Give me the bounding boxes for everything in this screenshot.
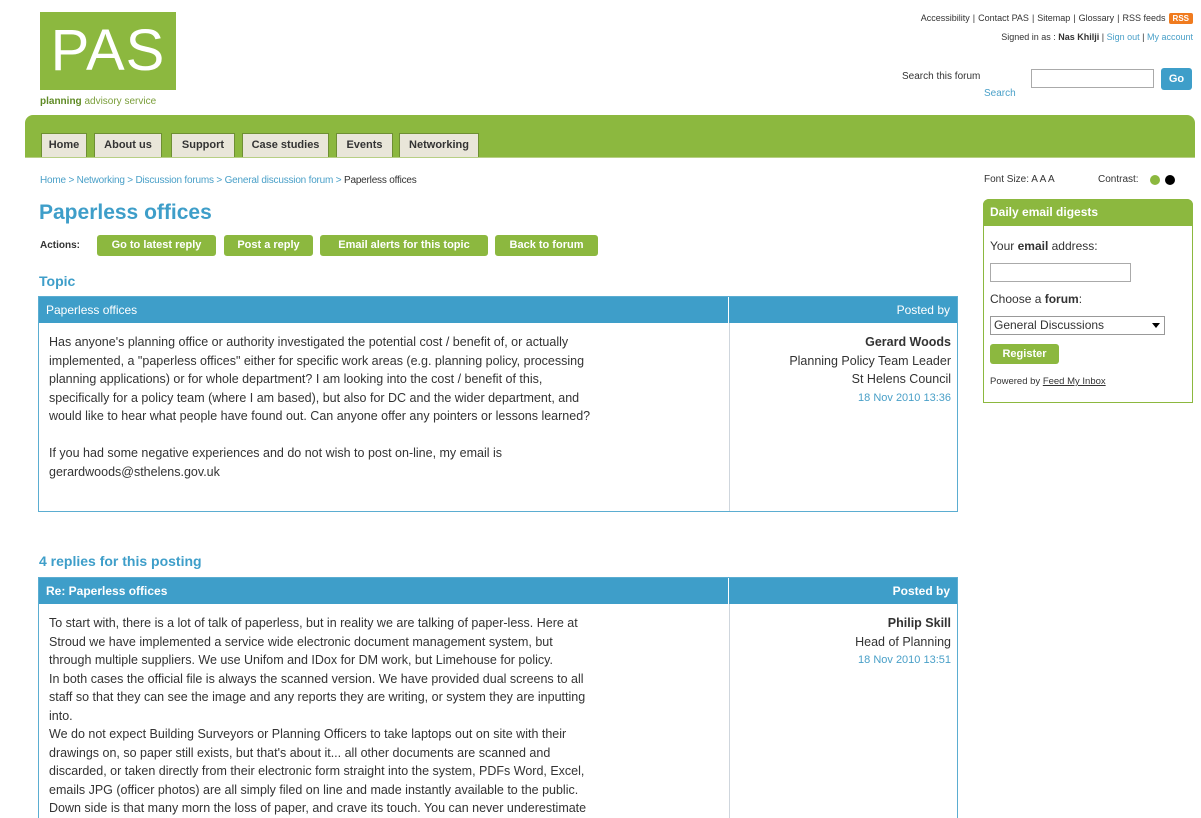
nav-divider — [25, 157, 1195, 158]
search-input[interactable] — [1031, 69, 1154, 88]
actions-label: Actions: — [40, 240, 80, 251]
logo-text: PAS — [50, 18, 166, 83]
email-alerts-button[interactable]: Email alerts for this topic — [320, 235, 488, 256]
signed-in-status: Signed in as : Nas Khilji | Sign out | M… — [1001, 32, 1193, 42]
column-divider — [729, 323, 730, 511]
link-rss-feeds[interactable]: RSS feeds — [1123, 13, 1166, 23]
topic-body: Has anyone's planning office or authorit… — [49, 335, 591, 479]
author-org: St Helens Council — [851, 372, 951, 386]
link-glossary[interactable]: Glossary — [1079, 13, 1115, 23]
nav-tab-case-studies[interactable]: Case studies — [242, 133, 329, 157]
pas-logo[interactable]: PAS — [40, 12, 176, 90]
post-a-reply-button[interactable]: Post a reply — [224, 235, 313, 256]
contrast-label: Contrast: — [1098, 174, 1139, 185]
search-link[interactable]: Search — [984, 88, 1016, 99]
link-contact[interactable]: Contact PAS — [978, 13, 1029, 23]
forum-select[interactable]: General Discussions — [990, 316, 1165, 335]
my-account-link[interactable]: My account — [1147, 32, 1193, 42]
reply-body: To start with, there is a lot of talk of… — [49, 616, 587, 815]
topic-title: Paperless offices — [39, 297, 729, 323]
forum-label-bold: forum — [1044, 292, 1079, 306]
font-size-label: Font Size: — [984, 174, 1030, 185]
back-to-forum-button[interactable]: Back to forum — [495, 235, 598, 256]
author-name[interactable]: Philip Skill — [731, 614, 951, 633]
breadcrumb-general-forum[interactable]: General discussion forum — [225, 175, 334, 186]
email-label-bold: email — [1017, 239, 1049, 253]
email-label-prefix: Your — [990, 239, 1018, 253]
posted-by-label: Posted by — [896, 303, 950, 317]
reply-author-info: Philip Skill Head of Planning 18 Nov 201… — [731, 614, 951, 670]
breadcrumb-sep: > — [213, 175, 225, 186]
forum-label: Choose a forum: — [990, 292, 1082, 306]
nav-tab-networking[interactable]: Networking — [399, 133, 479, 157]
breadcrumb: Home > Networking > Discussion forums > … — [40, 175, 417, 186]
reply-post: Re: Paperless offices Posted by To start… — [38, 577, 958, 818]
forum-label-prefix: Choose a — [990, 292, 1045, 306]
reply-title: Re: Paperless offices — [39, 578, 729, 604]
feed-my-inbox-link[interactable]: Feed My Inbox — [1043, 376, 1106, 387]
breadcrumb-sep: > — [333, 175, 344, 186]
topic-author-info: Gerard Woods Planning Policy Team Leader… — [731, 333, 951, 407]
breadcrumb-current: Paperless offices — [343, 175, 417, 186]
email-label: Your email address: — [990, 239, 1098, 253]
font-size-control: Font Size: A A A — [984, 174, 1055, 185]
chevron-down-icon — [1152, 323, 1160, 328]
rss-icon[interactable]: RSS — [1168, 13, 1193, 24]
forum-label-suffix: : — [1078, 292, 1083, 306]
digest-title: Daily email digests — [983, 199, 1193, 226]
link-accessibility[interactable]: Accessibility — [921, 13, 970, 23]
posted-by-label: Posted by — [892, 584, 950, 598]
contrast-normal-toggle[interactable] — [1150, 175, 1160, 185]
page-title: Paperless offices — [39, 201, 212, 224]
breadcrumb-networking[interactable]: Networking — [77, 175, 125, 186]
font-size-options[interactable]: A A A — [1031, 174, 1054, 185]
powered-by: Powered by Feed My Inbox — [990, 376, 1106, 387]
logo-tag-rest: advisory service — [81, 96, 157, 107]
register-button[interactable]: Register — [990, 344, 1059, 364]
link-sitemap[interactable]: Sitemap — [1037, 13, 1070, 23]
nav-tab-home[interactable]: Home — [41, 133, 87, 157]
logo-tagline: planning advisory service — [40, 96, 156, 107]
topic-post: Paperless offices Posted by Has anyone's… — [38, 296, 958, 512]
replies-heading: 4 replies for this posting — [39, 553, 202, 569]
post-date: 18 Nov 2010 13:36 — [858, 391, 951, 404]
topic-heading: Topic — [39, 273, 76, 289]
go-to-latest-reply-button[interactable]: Go to latest reply — [97, 235, 216, 256]
breadcrumb-home[interactable]: Home — [40, 175, 66, 186]
reply-post-header: Re: Paperless offices Posted by — [39, 578, 957, 604]
email-label-suffix: address: — [1048, 239, 1098, 253]
topic-post-header: Paperless offices Posted by — [39, 297, 957, 323]
signed-in-user: Nas Khilji — [1058, 32, 1100, 42]
author-role: Head of Planning — [855, 634, 951, 649]
email-input[interactable] — [990, 263, 1131, 282]
breadcrumb-discussion-forums[interactable]: Discussion forums — [136, 175, 214, 186]
logo-tag-bold: planning — [40, 96, 82, 107]
search-label: Search this forum — [902, 71, 981, 82]
contrast-high-toggle[interactable] — [1165, 175, 1175, 185]
post-date: 18 Nov 2010 13:51 — [858, 654, 951, 666]
nav-tab-about-us[interactable]: About us — [94, 133, 162, 157]
powered-prefix: Powered by — [990, 376, 1043, 387]
column-divider — [729, 604, 730, 818]
nav-tab-events[interactable]: Events — [336, 133, 393, 157]
forum-select-value: General Discussions — [994, 318, 1105, 332]
utility-links: Accessibility | Contact PAS | Sitemap | Glossa… — [921, 13, 1193, 24]
breadcrumb-sep: > — [124, 175, 136, 186]
search-go-button[interactable]: Go — [1161, 68, 1192, 90]
author-name[interactable]: Gerard Woods — [731, 333, 951, 352]
signed-in-prefix: Signed in as : — [1001, 32, 1059, 42]
breadcrumb-sep: > — [65, 175, 77, 186]
author-role: Planning Policy Team Leader — [789, 353, 951, 368]
nav-tab-support[interactable]: Support — [171, 133, 235, 157]
sign-out-link[interactable]: Sign out — [1107, 32, 1140, 42]
